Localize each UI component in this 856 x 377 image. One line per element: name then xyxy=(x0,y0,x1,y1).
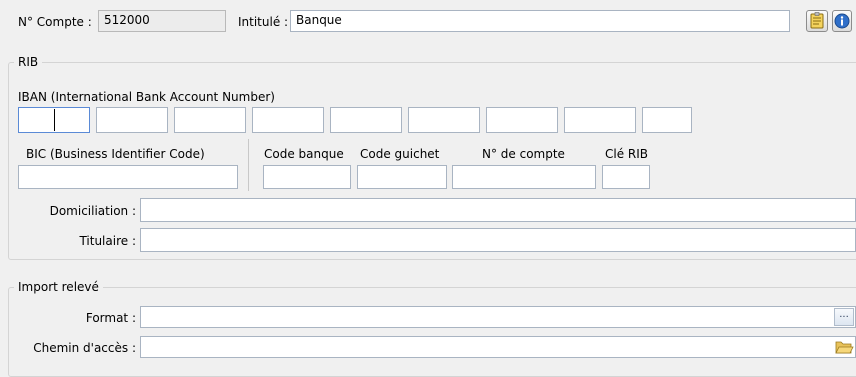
bic-label: BIC (Business Identifier Code) xyxy=(26,147,205,161)
folder-button[interactable] xyxy=(834,338,854,356)
bic-separator xyxy=(248,139,249,191)
chemin-field[interactable] xyxy=(140,336,856,358)
iban-label: IBAN (International Bank Account Number) xyxy=(18,90,275,104)
code-banque-field[interactable] xyxy=(263,165,351,189)
code-guichet-label: Code guichet xyxy=(360,147,440,161)
iban-segment-7[interactable] xyxy=(486,107,558,133)
account-title-field[interactable]: Banque xyxy=(290,10,790,32)
iban-segment-3[interactable] xyxy=(174,107,246,133)
info-button[interactable] xyxy=(832,10,852,32)
iban-segment-8[interactable] xyxy=(564,107,636,133)
notes-button[interactable] xyxy=(806,10,828,32)
format-label: Format : xyxy=(85,311,136,325)
num-compte-label: N° de compte xyxy=(482,147,565,161)
iban-segment-6[interactable] xyxy=(408,107,480,133)
open-folder-icon xyxy=(835,341,854,354)
iban-segment-2[interactable] xyxy=(96,107,168,133)
text-cursor xyxy=(54,109,55,131)
account-title-label: Intitulé : xyxy=(238,15,289,29)
bic-field[interactable] xyxy=(18,165,238,189)
iban-segment-4[interactable] xyxy=(252,107,324,133)
domiciliation-field[interactable] xyxy=(140,198,856,222)
import-legend: Import relevé xyxy=(14,280,103,294)
code-guichet-field[interactable] xyxy=(357,165,447,189)
code-banque-label: Code banque xyxy=(264,147,344,161)
domiciliation-label: Domiciliation : xyxy=(49,204,136,218)
chemin-label: Chemin d'accès : xyxy=(33,341,136,355)
cle-rib-label: Clé RIB xyxy=(605,147,649,161)
titulaire-field[interactable] xyxy=(140,228,856,252)
iban-segment-5[interactable] xyxy=(330,107,402,133)
iban-segment-9[interactable] xyxy=(642,107,692,133)
num-compte-field[interactable] xyxy=(452,165,596,189)
rib-legend: RIB xyxy=(14,55,43,69)
format-browse-button[interactable]: ... xyxy=(834,308,854,326)
info-icon xyxy=(834,13,850,29)
account-number-label: N° Compte : xyxy=(18,15,92,29)
format-field[interactable] xyxy=(140,306,856,328)
account-number-field[interactable]: 512000 xyxy=(98,10,226,32)
notepad-icon xyxy=(810,12,824,29)
cle-rib-field[interactable] xyxy=(602,165,650,189)
titulaire-label: Titulaire : xyxy=(79,234,136,248)
